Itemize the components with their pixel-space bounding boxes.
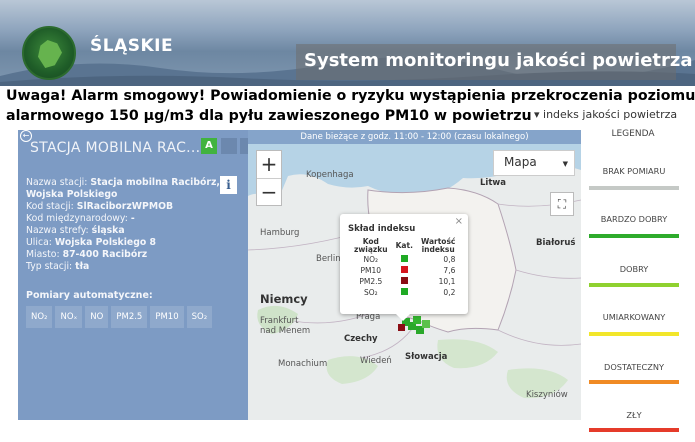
info-icon[interactable]: i bbox=[220, 176, 237, 194]
map-label-niemcy: Niemcy bbox=[260, 292, 308, 306]
map-type-value: Mapa bbox=[504, 155, 537, 169]
pollutant-button-pm25[interactable]: PM2.5 bbox=[111, 306, 148, 328]
pollutant-button-no[interactable]: NO bbox=[85, 306, 109, 328]
legend-title: LEGENDA bbox=[611, 129, 655, 139]
table-row: NO₂ 0,8 bbox=[363, 255, 456, 264]
col-header-value: Wartość indeksu bbox=[420, 237, 456, 254]
pollutant-button-so2[interactable]: SO₂ bbox=[186, 306, 213, 328]
index-badge[interactable]: A bbox=[201, 138, 217, 154]
detail-row: Kod stacji: SlRaciborzWPMOB bbox=[26, 201, 174, 212]
map-label-kiszyniow: Kiszyniów bbox=[526, 390, 568, 400]
legend-item-label: BARDZO DOBRY bbox=[600, 214, 668, 224]
station-marker[interactable] bbox=[422, 320, 430, 328]
map-type-select[interactable]: Mapa ▼ bbox=[493, 150, 575, 176]
map-label-kopenhaga: Kopenhaga bbox=[306, 170, 354, 180]
legend-item-label: ZŁY bbox=[626, 410, 642, 420]
map-label-slowacja: Słowacja bbox=[405, 352, 448, 362]
pollutant-button-nox[interactable]: NOₓ bbox=[55, 306, 83, 328]
border-line bbox=[515, 269, 581, 279]
chevron-down-icon: ▼ bbox=[562, 160, 568, 168]
table-row: SO₂ 0,2 bbox=[363, 288, 456, 297]
detail-row: Ulica: Wojska Polskiego 8 bbox=[26, 237, 156, 248]
legend-item-bar bbox=[589, 380, 679, 384]
detail-row: Nazwa strefy: śląska bbox=[26, 225, 125, 236]
pollutant-button-pm10[interactable]: PM10 bbox=[150, 306, 184, 328]
data-time-banner: Dane bieżące z godz. 11:00 - 12:00 (czas… bbox=[248, 130, 581, 144]
station-marker[interactable] bbox=[413, 316, 421, 324]
legend-item-bar bbox=[589, 428, 679, 432]
index-type-label: indeks jakości powietrza bbox=[543, 108, 678, 121]
chevron-down-icon: ▾ bbox=[534, 108, 540, 121]
zoom-in-button[interactable]: + bbox=[257, 151, 281, 178]
legend-item-bar bbox=[589, 332, 679, 336]
table-row: PM10 7,6 bbox=[360, 266, 456, 275]
legend-item-bar bbox=[589, 283, 679, 287]
station-details: Nazwa stacji: Stacja mobilna Racibórz, W… bbox=[26, 177, 221, 273]
popup-title: Skład indeksu bbox=[348, 224, 416, 234]
detail-row: Nazwa stacji: Stacja mobilna Racibórz, W… bbox=[26, 177, 220, 200]
detail-row: Miasto: 87-400 Racibórz bbox=[26, 249, 148, 260]
legend-item-bar bbox=[589, 234, 679, 238]
legend-item-label: DOSTATECZNY bbox=[604, 362, 664, 372]
region-map-icon bbox=[38, 40, 62, 68]
index-composition-popup: Skład indeksu × Kod związku Kat. Wartość… bbox=[340, 214, 468, 321]
legend-item-label: BRAK POMIARU bbox=[602, 166, 666, 176]
zoom-control: + − bbox=[256, 150, 282, 206]
site-header: ŚLĄSKIE System monitoringu jakości powie… bbox=[0, 0, 695, 86]
border-line bbox=[497, 329, 581, 346]
air-quality-map[interactable]: Dane bieżące z godz. 11:00 - 12:00 (czas… bbox=[248, 130, 581, 420]
pollutant-button-no2[interactable]: NO₂ bbox=[26, 306, 53, 328]
fullscreen-icon[interactable]: ⛶ bbox=[550, 192, 574, 216]
category-swatch bbox=[400, 288, 408, 295]
station-marker-selected[interactable] bbox=[398, 324, 405, 331]
close-icon[interactable]: × bbox=[455, 216, 463, 227]
station-panel: ← STACJA MOBILNA RAC... A i Nazwa stacji… bbox=[18, 130, 256, 420]
legend-item-label: DOBRY bbox=[619, 264, 649, 274]
map-label-litwa: Litwa bbox=[480, 178, 506, 188]
region-logo-icon[interactable] bbox=[22, 26, 76, 80]
legend-item-label: UMIARKOWANY bbox=[602, 312, 666, 322]
legend-item-bar bbox=[589, 186, 679, 190]
map-label-wieden: Wiedeń bbox=[360, 356, 392, 366]
page-root: ŚLĄSKIE System monitoringu jakości powie… bbox=[0, 0, 695, 442]
detail-row: Kod międzynarodowy: - bbox=[26, 213, 135, 224]
table-row: PM2.5 10,1 bbox=[359, 277, 456, 286]
system-title: System monitoringu jakości powietrza bbox=[296, 44, 693, 80]
automatic-measurements-title: Pomiary automatyczne: bbox=[26, 290, 153, 301]
table-header-row: Kod związku Kat. Wartość indeksu bbox=[350, 238, 459, 254]
col-header-category: Kat. bbox=[395, 241, 413, 250]
alarm-line-1: Uwaga! Alarm smogowy! Powiadomienie o ry… bbox=[6, 88, 695, 104]
map-label-bialorus: Białoruś bbox=[536, 238, 576, 248]
index-badge-2[interactable] bbox=[221, 138, 237, 154]
map-label-frankfurt: Frankfurt nad Menem bbox=[260, 316, 311, 336]
col-header-code: Kod związku bbox=[354, 237, 388, 254]
region-name: ŚLĄSKIE bbox=[90, 36, 174, 56]
category-swatch bbox=[400, 277, 408, 284]
category-swatch bbox=[400, 266, 408, 273]
legend-panel: LEGENDA BRAK POMIARU BARDZO DOBRY DOBRY … bbox=[583, 122, 695, 442]
detail-row: Typ stacji: tła bbox=[26, 261, 90, 272]
map-label-czechy: Czechy bbox=[344, 334, 378, 344]
map-label-hamburg: Hamburg bbox=[260, 228, 300, 238]
zoom-out-button[interactable]: − bbox=[257, 179, 281, 206]
category-swatch bbox=[400, 255, 408, 262]
map-label-berlin: Berlin bbox=[316, 254, 341, 264]
index-composition-table: Kod związku Kat. Wartość indeksu NO₂ 0,8… bbox=[350, 238, 459, 298]
pollutant-buttons: NO₂ NOₓ NO PM2.5 PM10 SO₂ bbox=[26, 306, 213, 328]
station-title: STACJA MOBILNA RAC... bbox=[30, 140, 201, 156]
index-type-dropdown[interactable]: ▾ indeks jakości powietrza bbox=[534, 108, 677, 121]
map-label-monachium: Monachium bbox=[278, 359, 328, 369]
